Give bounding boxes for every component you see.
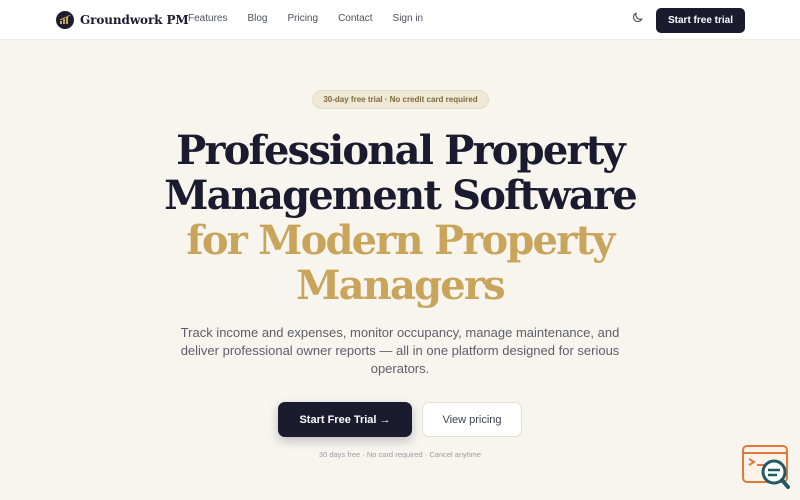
trial-badge: 30-day free trial · No credit card requi… [312, 90, 489, 109]
brand-name: Groundwork PM [80, 13, 189, 27]
nav-link-features[interactable]: Features [188, 13, 227, 24]
bar-chart-logo-icon [56, 11, 74, 29]
start-free-trial-nav-button[interactable]: Start free trial [656, 8, 745, 33]
nav-link-blog[interactable]: Blog [247, 13, 267, 24]
trial-fineprint: 30 days free · No card required · Cancel… [318, 450, 482, 459]
brand-logo-link[interactable]: Groundwork PM [56, 10, 189, 30]
headline-accent-line-2: Managers [296, 262, 506, 309]
headline-line-2: Management Software [164, 172, 638, 219]
headline-accent-line-1: for Modern Property [186, 217, 615, 264]
nav-links: Features Blog Pricing Contact Sign in [188, 13, 423, 24]
view-pricing-button[interactable]: View pricing [422, 402, 522, 437]
chat-search-widget-icon [740, 445, 792, 494]
nav-link-sign-in[interactable]: Sign in [393, 13, 424, 24]
nav-link-pricing[interactable]: Pricing [287, 13, 318, 24]
headline-line-1: Professional Property [176, 127, 626, 174]
theme-toggle-button[interactable] [629, 12, 645, 28]
moon-icon [631, 11, 644, 29]
top-navigation: Groundwork PM Features Blog Pricing Cont… [0, 0, 800, 40]
nav-link-contact[interactable]: Contact [338, 13, 372, 24]
hero-headline: Professional Property Management Softwar… [100, 128, 700, 308]
start-free-trial-button[interactable]: Start Free Trial → [278, 402, 412, 437]
chat-search-widget-button[interactable] [740, 444, 792, 490]
hero-subtitle: Track income and expenses, monitor occup… [180, 325, 620, 376]
